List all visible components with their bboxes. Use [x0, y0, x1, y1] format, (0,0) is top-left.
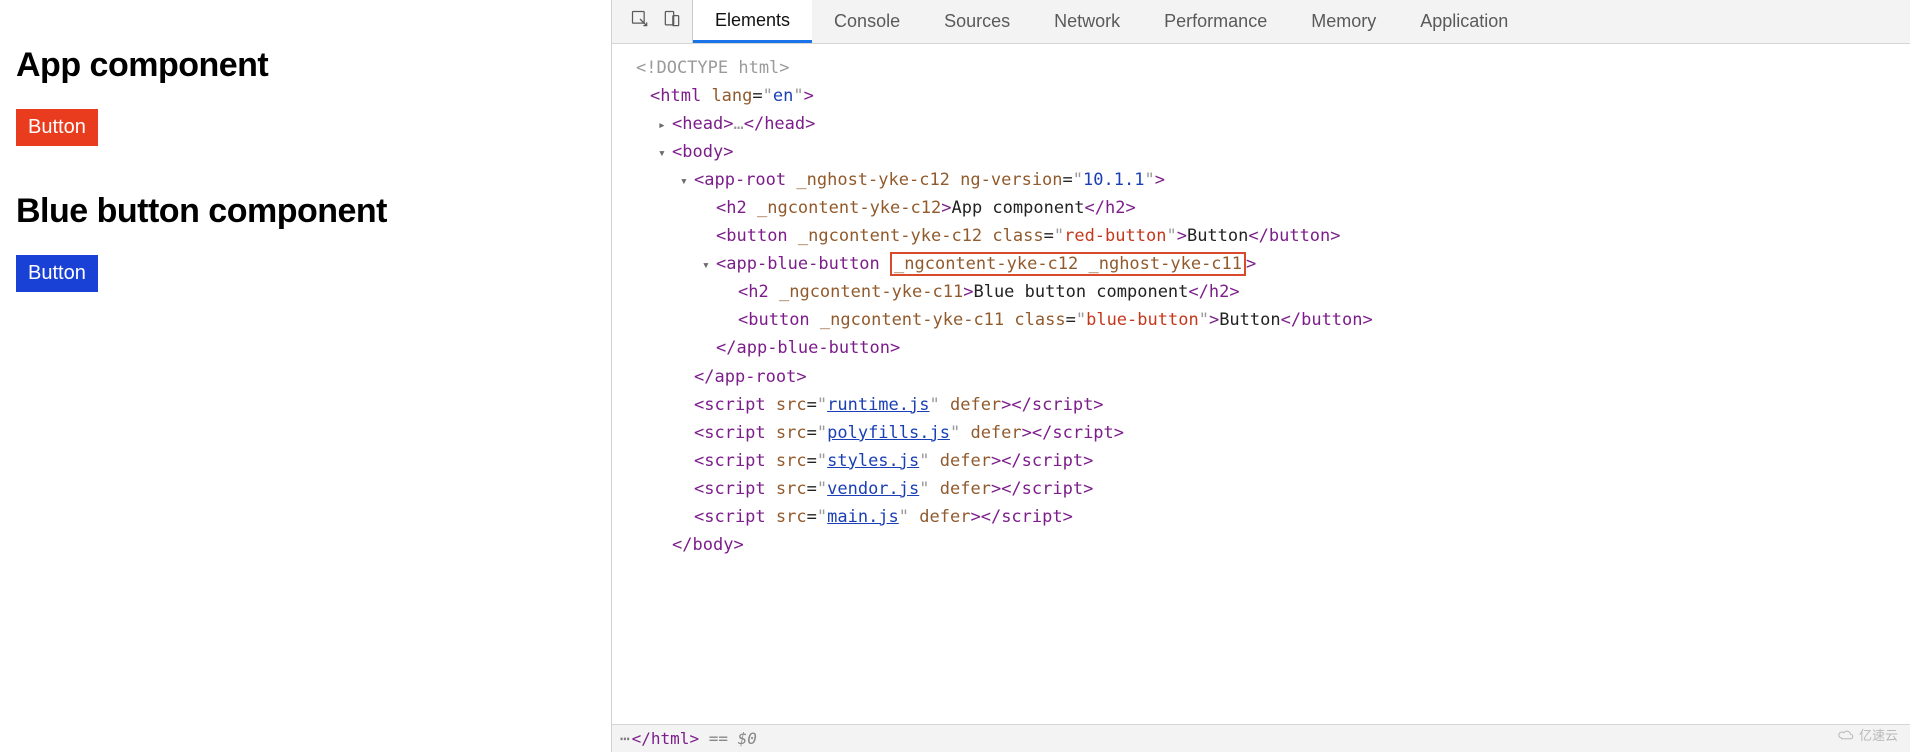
tab-memory[interactable]: Memory — [1289, 0, 1398, 43]
blue-button[interactable]: Button — [16, 255, 98, 292]
tab-sources[interactable]: Sources — [922, 0, 1032, 43]
dom-button-blue[interactable]: <button _ngcontent-yke-c11 class="blue-b… — [636, 306, 1910, 334]
breadcrumb[interactable]: ⋯</html> == $0 — [612, 724, 1910, 752]
tab-network[interactable]: Network — [1032, 0, 1142, 43]
devtools-pane: ElementsConsoleSourcesNetworkPerformance… — [612, 0, 1910, 752]
collapse-arrow-icon[interactable] — [680, 166, 694, 194]
tab-elements[interactable]: Elements — [693, 0, 812, 43]
dom-script[interactable]: <script src="polyfills.js" defer></scrip… — [636, 419, 1910, 447]
dom-close-app-root[interactable]: </app-root> — [636, 363, 1910, 391]
dom-script[interactable]: <script src="styles.js" defer></script> — [636, 447, 1910, 475]
dom-close-app-blue[interactable]: </app-blue-button> — [636, 334, 1910, 362]
dom-h2-app[interactable]: <h2 _ngcontent-yke-c12>App component</h2… — [636, 194, 1910, 222]
devtools-tabbar: ElementsConsoleSourcesNetworkPerformance… — [612, 0, 1910, 44]
app-heading: App component — [16, 46, 595, 85]
dom-h2-blue[interactable]: <h2 _ngcontent-yke-c11>Blue button compo… — [636, 278, 1910, 306]
inspect-icon[interactable] — [630, 9, 650, 34]
tab-application[interactable]: Application — [1398, 0, 1530, 43]
dom-html-open[interactable]: <html lang="en"> — [636, 82, 1910, 110]
expand-arrow-icon[interactable] — [658, 110, 672, 138]
dom-head[interactable]: <head>…</head> — [636, 110, 1910, 138]
ellipsis-icon: ⋯ — [620, 729, 630, 748]
dom-app-blue-button[interactable]: <app-blue-button _ngcontent-yke-c12 _ngh… — [636, 250, 1910, 278]
dom-script[interactable]: <script src="main.js" defer></script> — [636, 503, 1910, 531]
watermark: 亿速云 — [1837, 725, 1898, 744]
tab-performance[interactable]: Performance — [1142, 0, 1289, 43]
devtools-tabs: ElementsConsoleSourcesNetworkPerformance… — [693, 0, 1530, 43]
tab-console[interactable]: Console — [812, 0, 922, 43]
dom-script[interactable]: <script src="vendor.js" defer></script> — [636, 475, 1910, 503]
dom-close-body[interactable]: </body> — [636, 531, 1910, 559]
dom-doctype[interactable]: <!DOCTYPE html> — [636, 54, 1910, 82]
elements-tree[interactable]: <!DOCTYPE html> <html lang="en"> <head>…… — [612, 44, 1910, 724]
collapse-arrow-icon[interactable] — [658, 138, 672, 166]
blue-heading: Blue button component — [16, 192, 595, 231]
device-toggle-icon[interactable] — [662, 9, 682, 34]
collapse-arrow-icon[interactable] — [702, 250, 716, 278]
dom-script[interactable]: <script src="runtime.js" defer></script> — [636, 391, 1910, 419]
dom-button-red[interactable]: <button _ngcontent-yke-c12 class="red-bu… — [636, 222, 1910, 250]
dom-app-root[interactable]: <app-root _nghost-yke-c12 ng-version="10… — [636, 166, 1910, 194]
rendered-page-pane: App component Button Blue button compone… — [0, 0, 612, 752]
dom-body-open[interactable]: <body> — [636, 138, 1910, 166]
red-button[interactable]: Button — [16, 109, 98, 146]
devtools-tool-icons — [620, 0, 693, 43]
